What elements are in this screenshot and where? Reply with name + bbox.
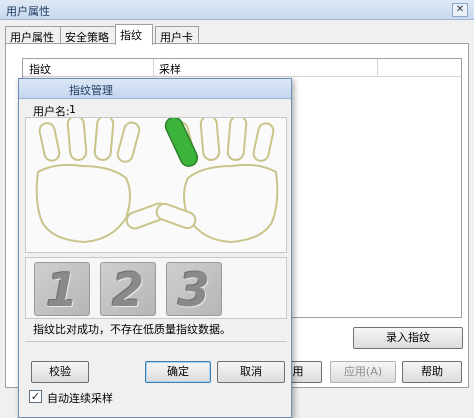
divider (25, 341, 287, 342)
fingerprint-management-dialog: 指纹管理 用户名: 1 1 2 3 指纹比对成功，不存在低质量指纹数据。 校验 … (18, 78, 292, 418)
tab-security-policy[interactable]: 安全策略 (60, 26, 116, 44)
finger-right-pinky[interactable] (252, 122, 275, 162)
column-divider (153, 59, 154, 77)
dialog-title-bar: 指纹管理 (19, 79, 291, 99)
finger-selected[interactable] (163, 116, 200, 169)
finger-right-middle[interactable] (199, 115, 221, 161)
close-icon[interactable]: ✕ (452, 3, 468, 17)
finger-left-middle[interactable] (93, 115, 115, 161)
sample-tile-2: 2 (100, 262, 156, 317)
sample-tile-1: 1 (34, 262, 90, 317)
verify-button[interactable]: 校验 (31, 361, 89, 383)
username-value: 1 (69, 103, 76, 116)
enroll-fingerprint-button[interactable]: 录入指纹 (353, 327, 463, 349)
tab-user-properties[interactable]: 用户属性 (5, 26, 61, 44)
apply-button[interactable]: 应用(A) (330, 361, 396, 383)
finger-right-ring[interactable] (226, 115, 248, 161)
ok-button[interactable]: 确定 (145, 361, 211, 383)
hands-svg (35, 115, 279, 244)
hands-diagram (25, 115, 287, 253)
palm-left (35, 163, 131, 244)
sample-digit-2: 2 (111, 263, 144, 317)
window-title: 用户属性 (6, 5, 50, 18)
auto-sample-checkbox[interactable]: ✓ (29, 390, 42, 403)
dialog-title: 指纹管理 (69, 84, 113, 97)
finger-left-pinky[interactable] (38, 122, 61, 162)
window-title-bar: 用户属性 ✕ (0, 0, 474, 20)
sample-tile-3: 3 (166, 262, 222, 317)
finger-left-index[interactable] (116, 121, 141, 164)
column-sample[interactable]: 采样 (159, 61, 181, 77)
tab-user-card[interactable]: 用户卡 (155, 26, 199, 44)
tab-fingerprint[interactable]: 指纹 (115, 24, 153, 45)
sample-digit-3: 3 (177, 263, 210, 317)
finger-left-ring[interactable] (66, 115, 88, 161)
status-message: 指纹比对成功，不存在低质量指纹数据。 (33, 323, 231, 336)
sample-digit-1: 1 (45, 263, 78, 317)
cancel-button[interactable]: 取消 (217, 361, 285, 383)
auto-sample-label[interactable]: 自动连续采样 (47, 390, 113, 406)
sample-count-panel: 1 2 3 (25, 257, 287, 319)
column-divider (377, 59, 378, 77)
help-button[interactable]: 帮助 (402, 361, 462, 383)
list-header: 指纹 采样 (23, 59, 461, 77)
column-fingerprint[interactable]: 指纹 (29, 61, 51, 77)
palm-right (183, 163, 279, 244)
